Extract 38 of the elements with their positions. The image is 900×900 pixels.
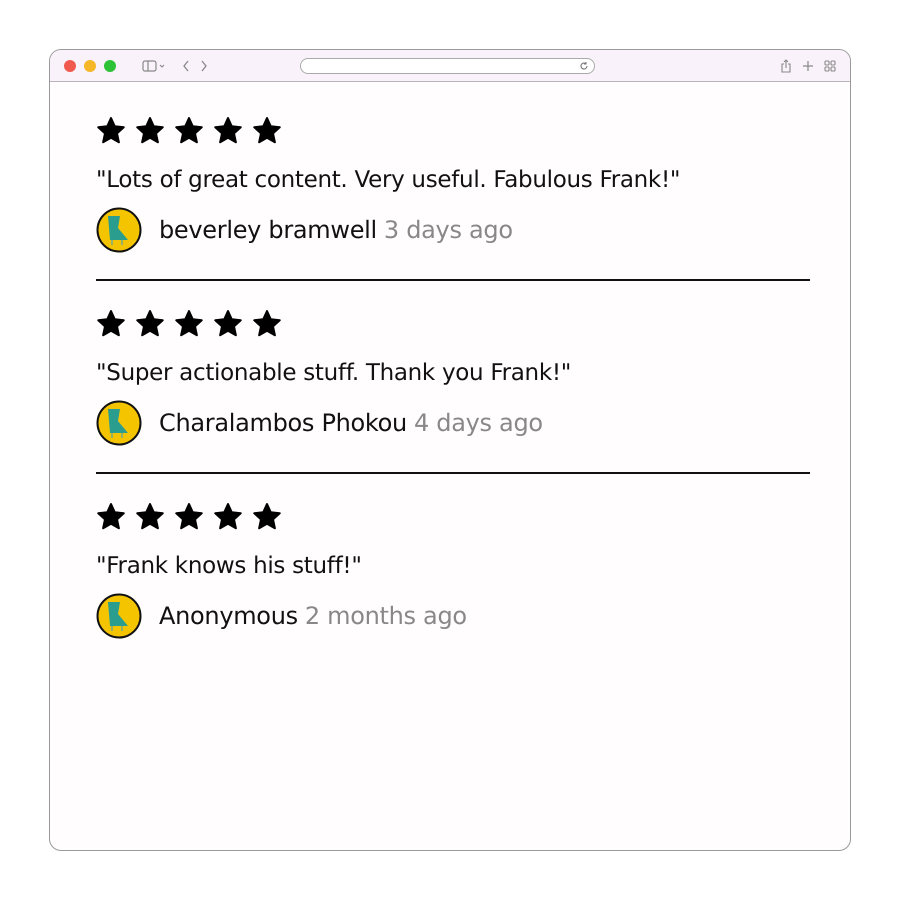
star-icon	[252, 502, 282, 531]
star-icon	[252, 309, 282, 338]
sidebar-icon[interactable]	[142, 60, 166, 72]
forward-icon[interactable]	[200, 60, 208, 72]
star-icon	[96, 309, 126, 338]
avatar-icon	[96, 400, 142, 446]
reviewer-name: Anonymous	[159, 602, 298, 630]
star-icon	[96, 116, 126, 145]
address-field[interactable]	[300, 58, 595, 74]
minimize-button[interactable]	[84, 60, 96, 72]
star-icon	[213, 502, 243, 531]
reviewer-name: beverley bramwell	[159, 216, 377, 244]
plus-icon[interactable]	[802, 60, 814, 72]
star-icon	[135, 309, 165, 338]
star-icon	[213, 309, 243, 338]
share-icon[interactable]	[780, 58, 792, 72]
review-time: 4 days ago	[414, 409, 543, 437]
avatar-icon	[96, 593, 142, 639]
tabs-grid-icon[interactable]	[824, 60, 836, 72]
review-time: 2 months ago	[304, 602, 467, 630]
zoom-button[interactable]	[104, 60, 116, 72]
star-icon	[174, 309, 204, 338]
review-quote: "Lots of great content. Very useful. Fabulous Frank!"	[96, 167, 682, 193]
back-icon[interactable]	[182, 60, 190, 72]
close-button[interactable]	[64, 60, 76, 72]
reload-icon[interactable]	[579, 60, 589, 70]
star-icon	[135, 116, 165, 145]
star-icon	[96, 502, 126, 531]
reviewer-name: Charalambos Phokou	[159, 409, 407, 437]
star-icon	[174, 116, 204, 145]
review-quote: "Frank knows his stuff!"	[96, 553, 363, 579]
star-icon	[213, 116, 243, 145]
star-icon	[135, 502, 165, 531]
review-quote: "Super actionable stuff. Thank you Frank!"	[96, 360, 572, 386]
avatar-icon	[96, 207, 142, 253]
review-time: 3 days ago	[384, 216, 513, 244]
star-icon	[174, 502, 204, 531]
star-icon	[252, 116, 282, 145]
